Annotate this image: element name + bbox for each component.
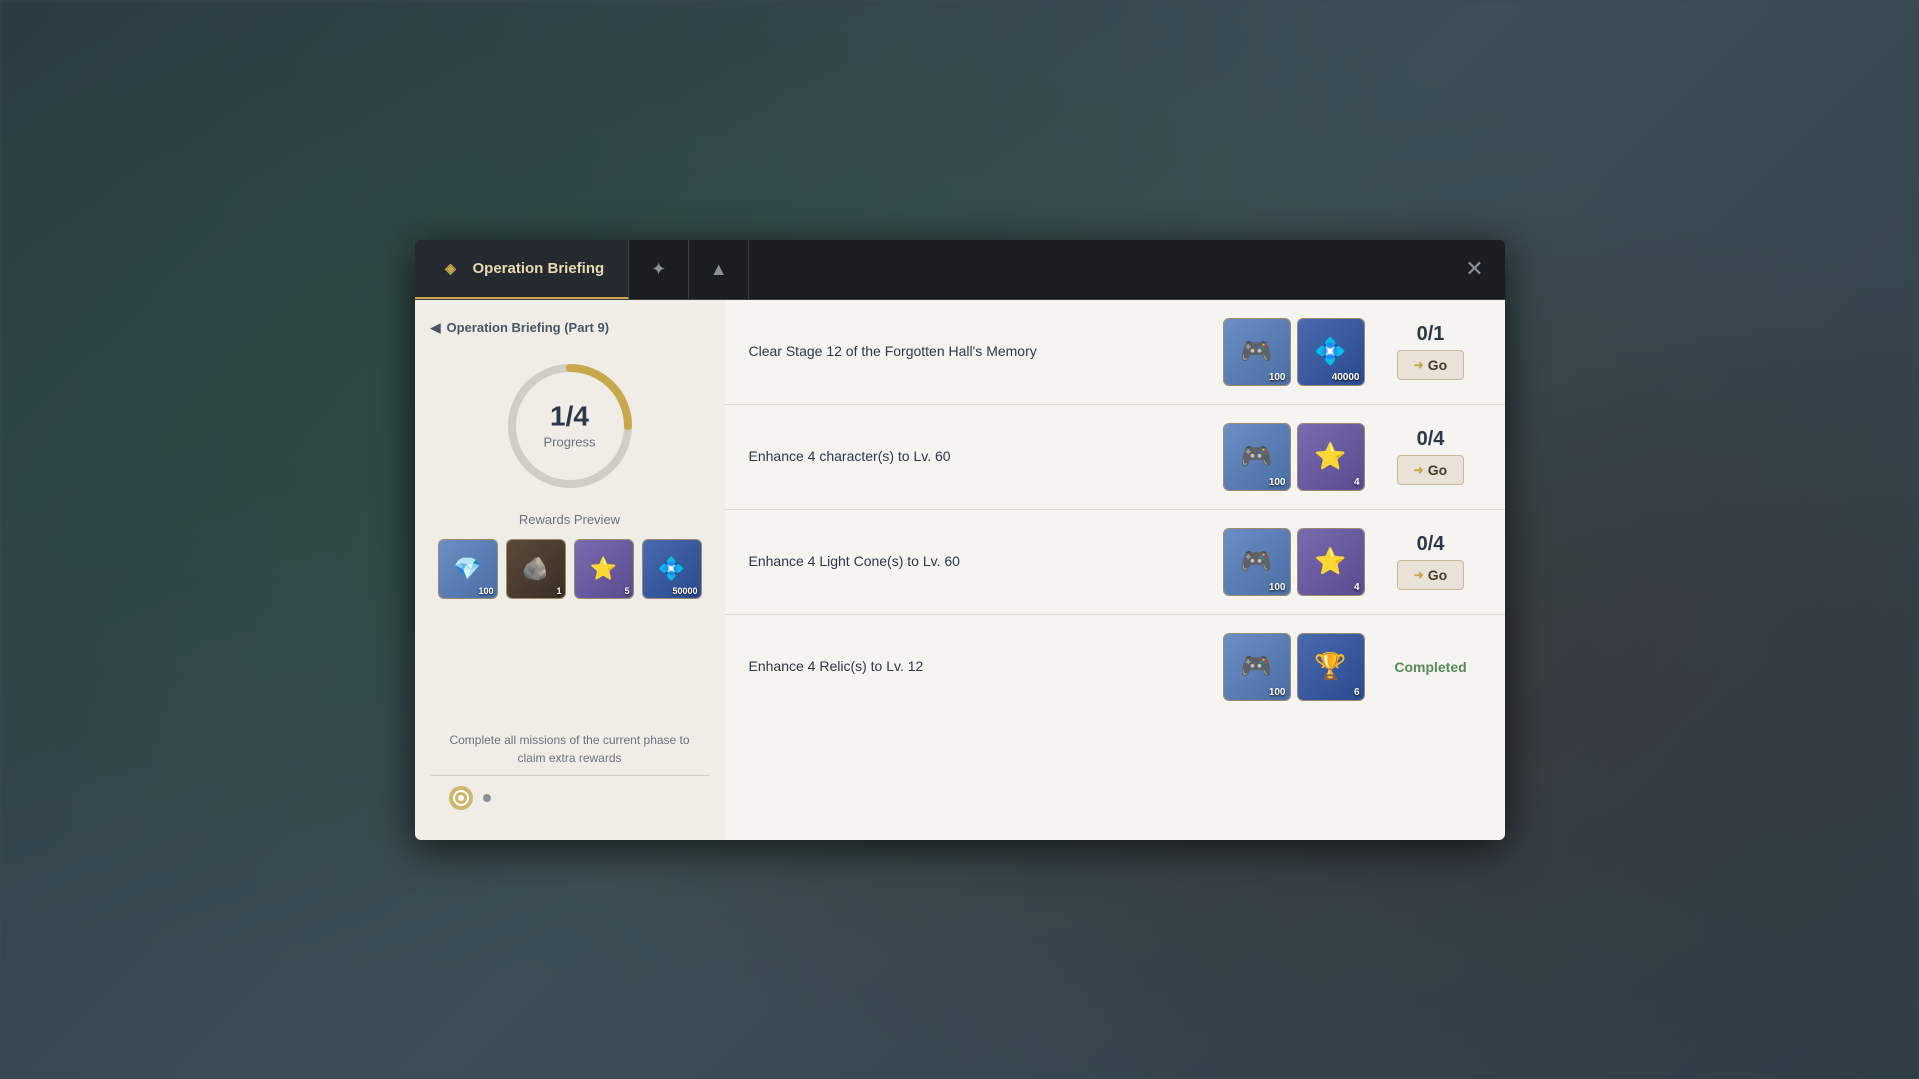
bottom-icon [447,784,475,812]
completed-label: Completed [1394,659,1466,675]
tab-second[interactable]: ✦ [629,240,689,299]
back-arrow-icon: ◀ [431,320,441,336]
reward-item: 💎 100 [438,539,498,599]
tab-briefing-icon: ◈ [439,256,463,280]
mission-reward-item: 🎮 100 [1223,633,1291,701]
mission-status: 0/1 ➜ Go [1381,323,1481,380]
tab-operation-briefing[interactable]: ◈ Operation Briefing [415,240,630,299]
reward-item: 💠 50000 [642,539,702,599]
mission-rewards: 🎮 100 💠 40000 [1223,318,1365,386]
mission-reward-item: ⭐ 4 [1297,528,1365,596]
mission-reward-item: 🎮 100 [1223,528,1291,596]
reward-count: 40000 [1332,372,1360,383]
reward-count: 5 [624,586,629,596]
tab-second-icon: ✦ [651,259,666,280]
mission-desc: Enhance 4 Relic(s) to Lv. 12 [749,656,1207,677]
mission-row: Enhance 4 Relic(s) to Lv. 12 🎮 100 🏆 6 C… [725,615,1505,719]
go-button[interactable]: ➜ Go [1397,350,1465,380]
right-panel: Clear Stage 12 of the Forgotten Hall's M… [725,300,1505,840]
mission-reward-item: ⭐ 4 [1297,423,1365,491]
mission-progress-text: 0/4 [1417,533,1445,556]
reward-count: 4 [1354,582,1360,593]
back-button[interactable]: ◀ Operation Briefing (Part 9) [431,320,610,336]
mission-rewards: 🎮 100 🏆 6 [1223,633,1365,701]
tab-briefing-label: Operation Briefing [473,260,605,277]
close-icon: ✕ [1465,256,1483,282]
reward-count: 100 [1269,477,1286,488]
reward-item: ⭐ 5 [574,539,634,599]
bottom-dot [483,794,491,802]
mission-status: 0/4 ➜ Go [1381,428,1481,485]
mission-row: Clear Stage 12 of the Forgotten Hall's M… [725,300,1505,405]
tab-third[interactable]: ▲ [689,240,749,299]
reward-count: 100 [1269,687,1286,698]
mission-progress-text: 0/4 [1417,428,1445,451]
reward-count: 1 [556,586,561,596]
main-dialog: ◈ Operation Briefing ✦ ▲ ✕ ◀ Operation B… [415,240,1505,840]
complete-text: Complete all missions of the current pha… [431,731,709,767]
left-panel: ◀ Operation Briefing (Part 9) 1/4 Progre… [415,300,725,840]
mission-row: Enhance 4 character(s) to Lv. 60 🎮 100 ⭐… [725,405,1505,510]
go-label: Go [1428,462,1447,478]
go-button[interactable]: ➜ Go [1397,455,1465,485]
reward-item: 🪨 1 [506,539,566,599]
mission-reward-item: 🎮 100 [1223,423,1291,491]
reward-count: 50000 [672,586,697,596]
title-bar: ◈ Operation Briefing ✦ ▲ ✕ [415,240,1505,300]
mission-reward-item: 💠 40000 [1297,318,1365,386]
reward-count: 100 [478,586,493,596]
progress-circle: 1/4 Progress [500,356,640,496]
reward-count: 100 [1269,372,1286,383]
reward-count: 100 [1269,582,1286,593]
mission-status: 0/4 ➜ Go [1381,533,1481,590]
content-area: ◀ Operation Briefing (Part 9) 1/4 Progre… [415,300,1505,840]
reward-count: 6 [1354,687,1360,698]
mission-progress-text: 0/1 [1417,323,1445,346]
back-button-label: Operation Briefing (Part 9) [447,320,610,335]
progress-text: 1/4 Progress [543,402,595,449]
go-label: Go [1428,357,1447,373]
mission-rewards: 🎮 100 ⭐ 4 [1223,423,1365,491]
mission-reward-item: 🏆 6 [1297,633,1365,701]
rewards-row: 💎 100 🪨 1 ⭐ 5 💠 50000 [438,539,702,599]
mission-rewards: 🎮 100 ⭐ 4 [1223,528,1365,596]
go-button[interactable]: ➜ Go [1397,560,1465,590]
bottom-bar [431,775,709,820]
go-arrow-icon: ➜ [1414,358,1424,372]
mission-reward-item: 🎮 100 [1223,318,1291,386]
go-arrow-icon: ➜ [1414,568,1424,582]
mission-desc: Enhance 4 Light Cone(s) to Lv. 60 [749,551,1207,572]
progress-label: Progress [543,434,595,449]
mission-desc: Enhance 4 character(s) to Lv. 60 [749,446,1207,467]
mission-row: Enhance 4 Light Cone(s) to Lv. 60 🎮 100 … [725,510,1505,615]
tab-third-icon: ▲ [710,259,728,280]
rewards-preview-label: Rewards Preview [519,512,620,527]
reward-count: 4 [1354,477,1360,488]
mission-status: Completed [1381,659,1481,675]
progress-number: 1/4 [543,402,595,430]
go-label: Go [1428,567,1447,583]
mission-desc: Clear Stage 12 of the Forgotten Hall's M… [749,341,1207,362]
go-arrow-icon: ➜ [1414,463,1424,477]
close-button[interactable]: ✕ [1445,240,1505,300]
